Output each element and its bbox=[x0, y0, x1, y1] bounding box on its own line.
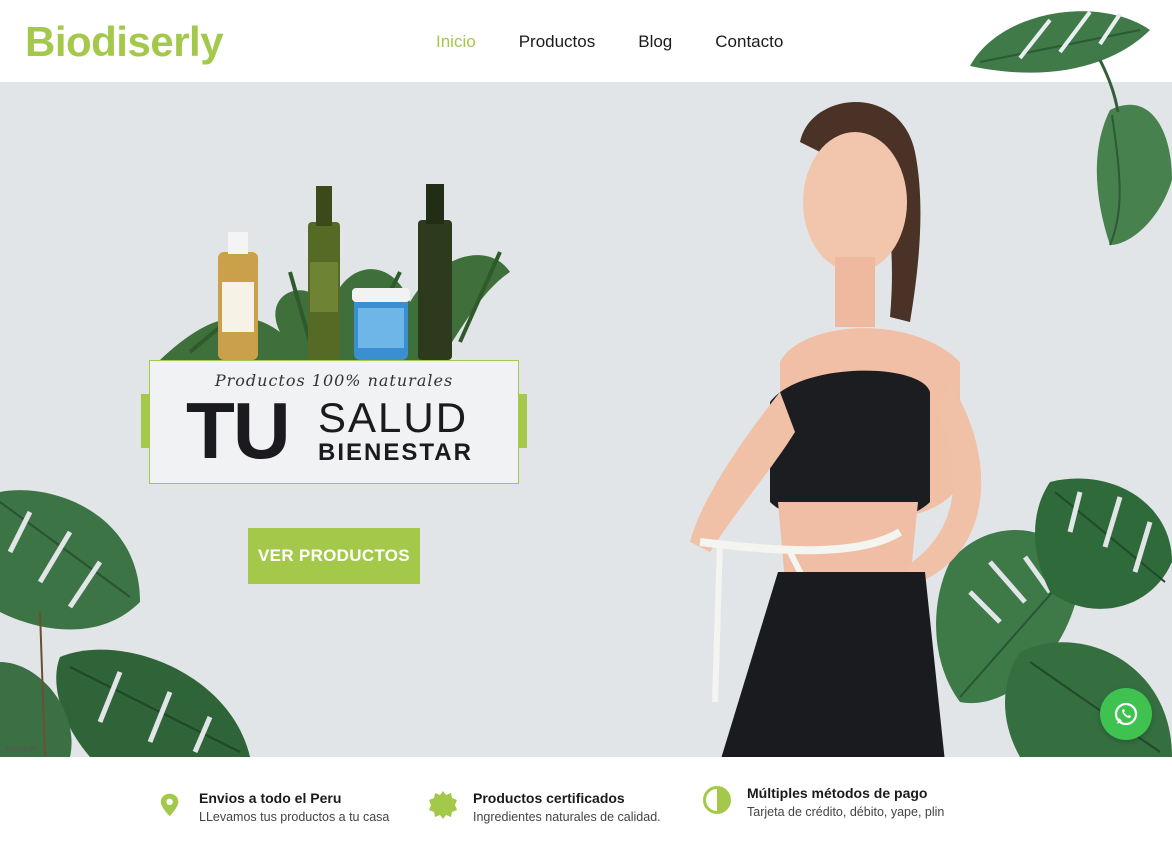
feature-item-payment: Múltiples métodos de pago Tarjeta de cré… bbox=[702, 785, 944, 819]
monstera-leaf-bottom-left-image bbox=[0, 490, 250, 757]
monstera-leaf-top-right-image bbox=[970, 10, 1172, 246]
feature-item-shipping: Envios a todo el Peru LLevamos tus produ… bbox=[160, 790, 389, 824]
hero-title-big: TU bbox=[186, 386, 291, 475]
view-products-button[interactable]: VER PRODUCTOS bbox=[248, 528, 420, 584]
brand-logo[interactable]: Biodiserly bbox=[25, 18, 224, 66]
certified-badge-icon bbox=[429, 791, 457, 819]
products-image bbox=[160, 184, 510, 360]
hero-title-line1: SALUD bbox=[318, 394, 469, 441]
title-accent-right bbox=[519, 394, 527, 448]
feature-item-certified: Productos certificados Ingredientes natu… bbox=[428, 790, 661, 824]
feature-title: Productos certificados bbox=[473, 790, 625, 806]
nav-item-productos[interactable]: Productos bbox=[519, 32, 596, 52]
hero-title-line2: BIENESTAR bbox=[318, 439, 473, 466]
hero-title-card: Productos 100% naturales TU SALUD BIENES… bbox=[149, 360, 519, 484]
main-nav: Inicio Productos Blog Contacto bbox=[436, 32, 826, 52]
features-bar: Envios a todo el Peru LLevamos tus produ… bbox=[0, 757, 1172, 849]
feature-desc: Tarjeta de crédito, débito, yape, plin bbox=[747, 805, 945, 819]
feature-desc: Ingredientes naturales de calidad. bbox=[473, 810, 661, 824]
woman-fitness-image bbox=[690, 102, 982, 757]
title-accent-left bbox=[141, 394, 149, 448]
location-pin-icon bbox=[160, 793, 179, 817]
photo-credit: rawpixel bbox=[6, 744, 36, 753]
whatsapp-icon bbox=[1114, 702, 1138, 726]
feature-title: Envios a todo el Peru bbox=[199, 790, 342, 806]
nav-item-contacto[interactable]: Contacto bbox=[715, 32, 783, 52]
whatsapp-button[interactable] bbox=[1100, 688, 1152, 740]
half-circle-icon bbox=[703, 786, 731, 814]
nav-item-blog[interactable]: Blog bbox=[638, 32, 672, 52]
nav-item-inicio[interactable]: Inicio bbox=[436, 32, 476, 52]
feature-title: Múltiples métodos de pago bbox=[747, 785, 928, 801]
feature-desc: LLevamos tus productos a tu casa bbox=[199, 810, 390, 824]
